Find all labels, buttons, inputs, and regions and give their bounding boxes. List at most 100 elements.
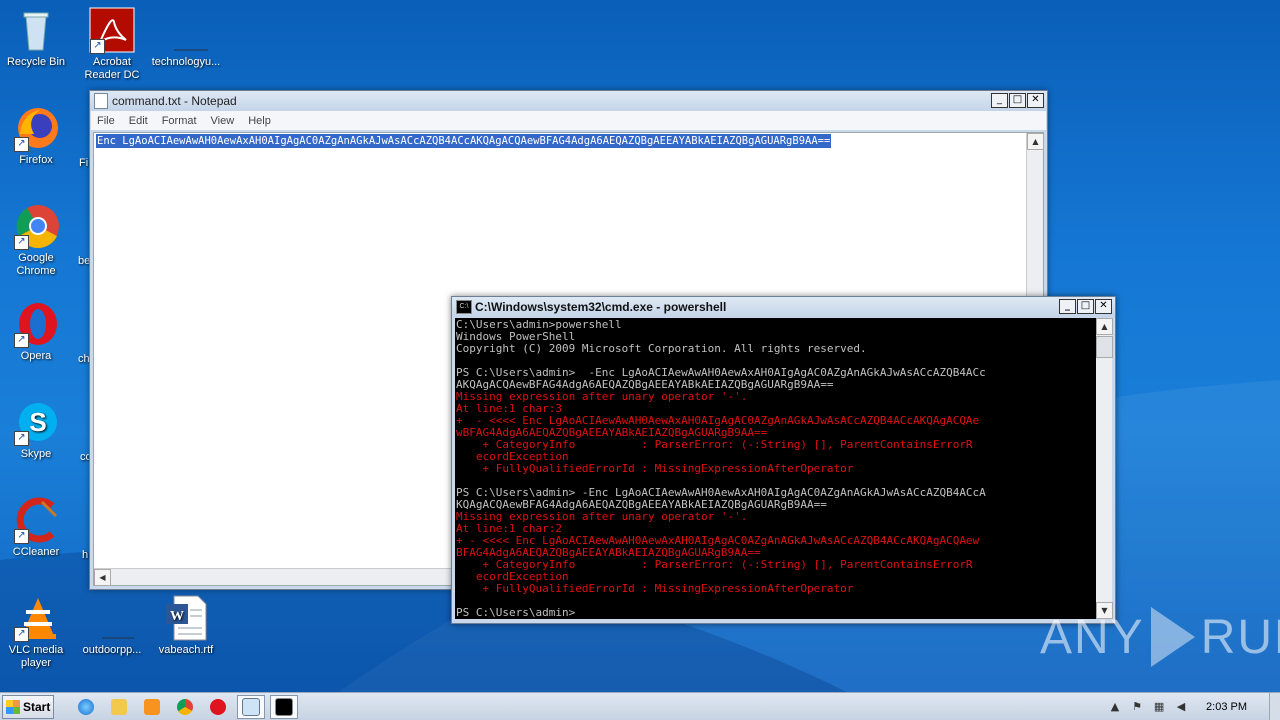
desktop-icon-firefox[interactable]: ↗ Firefox — [0, 104, 72, 167]
selected-text: Enc LgAoACIAewAwAH0AewAxAH0AIgAgAC0AZgAn… — [96, 134, 832, 148]
firefox-icon: ↗ — [12, 104, 60, 152]
opera-icon: ↗ — [12, 300, 60, 348]
console-line: + FullyQualifiedErrorId : MissingExpress… — [482, 462, 854, 475]
desktop-icon-label: Skype — [20, 448, 52, 460]
shortcut-arrow-icon: ↗ — [14, 137, 29, 152]
notepad-icon — [94, 93, 108, 109]
blank-file-icon — [88, 594, 136, 642]
folder-icon — [111, 698, 127, 715]
close-button[interactable]: ✕ — [1095, 299, 1112, 314]
taskbar-explorer[interactable] — [105, 696, 133, 718]
menu-help[interactable]: Help — [246, 115, 273, 127]
shortcut-arrow-icon: ↗ — [14, 529, 29, 544]
maximize-button[interactable]: □ — [1009, 93, 1026, 108]
taskbar-media-player[interactable] — [138, 696, 166, 718]
svg-text:S: S — [29, 407, 46, 437]
clock[interactable]: 2:03 PM — [1206, 701, 1247, 713]
scroll-thumb[interactable] — [1096, 336, 1113, 358]
menu-view[interactable]: View — [209, 115, 237, 127]
cmd-window[interactable]: C:\ C:\Windows\system32\cmd.exe - powers… — [451, 296, 1116, 624]
anyrun-watermark: ANY RUN — [1040, 607, 1280, 667]
desktop-icon-acrobat[interactable]: ↗ Acrobat Reader DC — [76, 6, 148, 82]
system-tray: ▲ ⚑ ▦ ◀ 2:03 PM — [1104, 693, 1280, 720]
desktop-icon-label: CCleaner — [12, 546, 60, 558]
network-icon[interactable]: ▦ — [1152, 700, 1166, 714]
desktop-icon-outdoor[interactable]: outdoorpp... — [76, 594, 148, 657]
notepad-title-bar[interactable]: command.txt - Notepad _ □ ✕ — [90, 91, 1047, 111]
svg-text:W: W — [170, 609, 184, 624]
flag-icon[interactable]: ⚑ — [1130, 700, 1144, 714]
desktop-icon-label: Recycle Bin — [6, 56, 66, 68]
desktop-icon-label: Google Chrome — [16, 252, 56, 277]
desktop-icon-vlc[interactable]: ↗ VLC media player — [0, 594, 72, 670]
desktop-icon-chrome[interactable]: ↗ Google Chrome — [0, 202, 72, 278]
taskbar-chrome[interactable] — [171, 696, 199, 718]
opera-icon — [210, 698, 226, 715]
cmd-icon — [275, 697, 293, 716]
close-button[interactable]: ✕ — [1027, 93, 1044, 108]
internet-explorer-icon — [78, 698, 94, 715]
desktop-icon-ccleaner[interactable]: ↗ CCleaner — [0, 496, 72, 559]
menu-bar: File Edit Format View Help — [91, 111, 1046, 130]
desktop-icon-recycle-bin[interactable]: Recycle Bin — [0, 6, 72, 69]
chrome-icon: ↗ — [12, 202, 60, 250]
word-doc-icon: W — [162, 594, 210, 642]
desktop-icon-vabeach[interactable]: W vabeach.rtf — [150, 594, 222, 657]
menu-edit[interactable]: Edit — [127, 115, 150, 127]
console-output[interactable]: C:\Users\admin>powershell Windows PowerS… — [455, 318, 1096, 619]
cmd-icon: C:\ — [456, 300, 472, 314]
desktop-icon-label: Acrobat Reader DC — [84, 56, 140, 81]
window-title: command.txt - Notepad — [112, 94, 237, 108]
scroll-up-arrow-icon[interactable]: ▲ — [1096, 318, 1113, 335]
skype-icon: S ↗ — [12, 398, 60, 446]
desktop-icon-label: Opera — [20, 350, 52, 362]
desktop-icon-label: VLC media player — [8, 644, 64, 669]
vertical-scrollbar[interactable]: ▲ ▼ — [1096, 318, 1113, 619]
taskbar-ie[interactable] — [72, 696, 100, 718]
scroll-up-arrow-icon[interactable]: ▲ — [1027, 133, 1044, 150]
media-player-icon — [144, 698, 160, 715]
taskbar-opera[interactable] — [204, 696, 232, 718]
console-line: + FullyQualifiedErrorId : MissingExpress… — [482, 582, 854, 595]
acrobat-icon: ↗ — [88, 6, 136, 54]
desktop-icon-skype[interactable]: S ↗ Skype — [0, 398, 72, 461]
start-button[interactable]: Start — [2, 694, 54, 719]
volume-icon[interactable]: ◀ — [1174, 700, 1188, 714]
shortcut-arrow-icon: ↗ — [14, 431, 29, 446]
shortcut-arrow-icon: ↗ — [90, 39, 105, 54]
minimize-button[interactable]: _ — [991, 93, 1008, 108]
desktop-icon-label: Firefox — [19, 154, 53, 166]
start-label: Start — [23, 699, 51, 714]
taskbar-cmd[interactable] — [270, 694, 298, 719]
show-desktop-button[interactable] — [1269, 693, 1280, 720]
console-line: PS C:\Users\admin> — [456, 606, 576, 619]
menu-format[interactable]: Format — [160, 115, 199, 127]
vlc-icon: ↗ — [12, 594, 60, 642]
taskbar: Start ▲ ⚑ ▦ ◀ 2:03 PM — [0, 692, 1280, 720]
recycle-bin-icon — [12, 6, 60, 54]
scroll-left-arrow-icon[interactable]: ◀ — [94, 569, 111, 586]
maximize-button[interactable]: □ — [1077, 299, 1094, 314]
shortcut-arrow-icon: ↗ — [14, 235, 29, 250]
window-title: C:\Windows\system32\cmd.exe - powershell — [475, 300, 727, 314]
shortcut-arrow-icon: ↗ — [14, 627, 29, 642]
minimize-button[interactable]: _ — [1059, 299, 1076, 314]
taskbar-notepad[interactable] — [237, 694, 265, 719]
chevron-up-icon[interactable]: ▲ — [1108, 700, 1122, 714]
menu-file[interactable]: File — [95, 115, 117, 127]
notepad-icon — [242, 697, 260, 716]
blank-file-icon — [162, 6, 210, 54]
play-icon — [1150, 607, 1195, 667]
watermark-right: RUN — [1200, 610, 1280, 664]
console-text: C:\Users\admin>powershell Windows PowerS… — [455, 318, 1096, 619]
ccleaner-icon: ↗ — [12, 496, 60, 544]
desktop-icon-label: vabeach.rtf — [158, 644, 214, 656]
desktop-icon-label: outdoorpp... — [82, 644, 142, 656]
cmd-title-bar[interactable]: C:\ C:\Windows\system32\cmd.exe - powers… — [452, 297, 1115, 317]
console-line: Copyright (C) 2009 Microsoft Corporation… — [456, 342, 867, 355]
watermark-left: ANY — [1040, 610, 1145, 664]
hidden-icon-label: ch — [78, 353, 90, 365]
desktop-icon-opera[interactable]: ↗ Opera — [0, 300, 72, 363]
desktop-icon-label: technologyu... — [151, 56, 221, 68]
desktop-icon-technology[interactable]: technologyu... — [150, 6, 222, 69]
